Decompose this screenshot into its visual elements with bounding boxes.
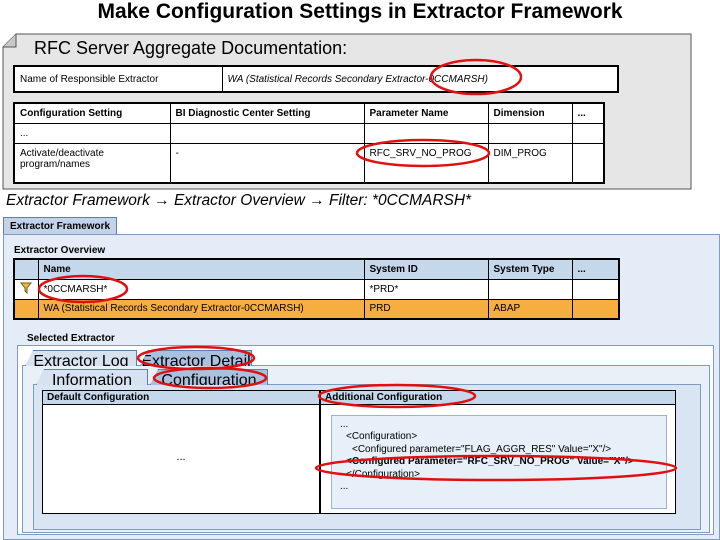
filter-row: *0CCMARSH* *PRD* [13, 278, 620, 300]
col-more: ... [571, 258, 620, 280]
tab-extractor-detail[interactable]: Extractor Detail [140, 350, 252, 366]
col-selector [13, 258, 39, 280]
table-cell: - [169, 142, 365, 184]
xml-line: </Configuration> [346, 468, 420, 480]
col-bi-diagnostic-setting: BI Diagnostic Center Setting [169, 102, 365, 124]
table-row: Activate/deactivate program/names - RFC_… [13, 142, 605, 184]
tab-information[interactable]: Information [36, 369, 148, 385]
table-row-selected[interactable]: WA (Statistical Records Secondary Extrac… [13, 298, 620, 320]
xml-line: <Configured Parameter="RFC_SRV_NO_PROG" … [346, 456, 634, 468]
col-name[interactable]: Name [37, 258, 365, 280]
additional-configuration-panel: Additional Configuration ... <Configurat… [320, 390, 676, 514]
navigation-path: Extractor Framework → Extractor Overview… [6, 192, 472, 209]
responsible-label: Name of Responsible Extractor [13, 65, 223, 93]
filter-system-type-input[interactable] [487, 278, 573, 300]
table-cell[interactable] [571, 298, 620, 320]
default-configuration-content: ... [176, 451, 186, 463]
rfc-doc-heading: RFC Server Aggregate Documentation: [34, 38, 348, 58]
tab-extractor-framework[interactable]: Extractor Framework [3, 217, 117, 235]
table-cell[interactable]: WA (Statistical Records Secondary Extrac… [37, 298, 365, 320]
tab-extractor-log[interactable]: Extractor Log [25, 350, 137, 366]
table-cell: DIM_PROG [487, 142, 573, 184]
responsible-value: WA (Statistical Records Secondary Extrac… [221, 65, 619, 93]
configuration-setting-table: Configuration Setting BI Diagnostic Cent… [13, 102, 605, 184]
xml-line: ... [340, 481, 349, 493]
table-cell [571, 142, 605, 184]
filter-icon[interactable] [13, 278, 39, 300]
table-cell [169, 122, 365, 144]
slide-title: Make Configuration Settings in Extractor… [97, 0, 623, 23]
table-cell [363, 122, 489, 144]
col-parameter-name: Parameter Name [363, 102, 489, 124]
xml-line: <Configuration> [346, 431, 418, 443]
filter-system-id-input[interactable]: *PRD* [363, 278, 489, 300]
table-cell[interactable]: PRD [363, 298, 489, 320]
extractor-overview-label: Extractor Overview [14, 245, 106, 256]
filter-name-input[interactable]: *0CCMARSH* [37, 278, 365, 300]
extractor-overview-table: Name System ID System Type ... *0CCMARSH… [13, 258, 620, 320]
xml-line: <Configured parameter="FLAG_AGGR_RES" Va… [352, 443, 612, 455]
row-selector[interactable] [13, 298, 39, 320]
default-configuration-header: Default Configuration [43, 391, 319, 405]
filter-more-input[interactable] [571, 278, 620, 300]
table-cell [487, 122, 573, 144]
selected-extractor-label: Selected Extractor [27, 333, 115, 344]
default-configuration-panel: Default Configuration ... [42, 390, 320, 514]
tab-configuration[interactable]: Configuration [150, 369, 268, 385]
table-row: ... [13, 122, 605, 144]
table-cell: RFC_SRV_NO_PROG [363, 142, 489, 184]
table-cell: Activate/deactivate program/names [13, 142, 171, 184]
col-configuration-setting: Configuration Setting [13, 102, 171, 124]
responsible-extractor-table: Name of Responsible Extractor WA (Statis… [13, 65, 619, 93]
col-system-type[interactable]: System Type [487, 258, 573, 280]
col-more: ... [571, 102, 605, 124]
col-dimension: Dimension [487, 102, 573, 124]
additional-configuration-header: Additional Configuration [321, 391, 675, 405]
table-cell[interactable]: ABAP [487, 298, 573, 320]
xml-line: ... [340, 419, 349, 430]
table-cell [571, 122, 605, 144]
col-system-id[interactable]: System ID [363, 258, 489, 280]
table-cell: ... [13, 122, 171, 144]
additional-configuration-editor[interactable]: ... <Configuration> <Configured paramete… [331, 415, 667, 509]
